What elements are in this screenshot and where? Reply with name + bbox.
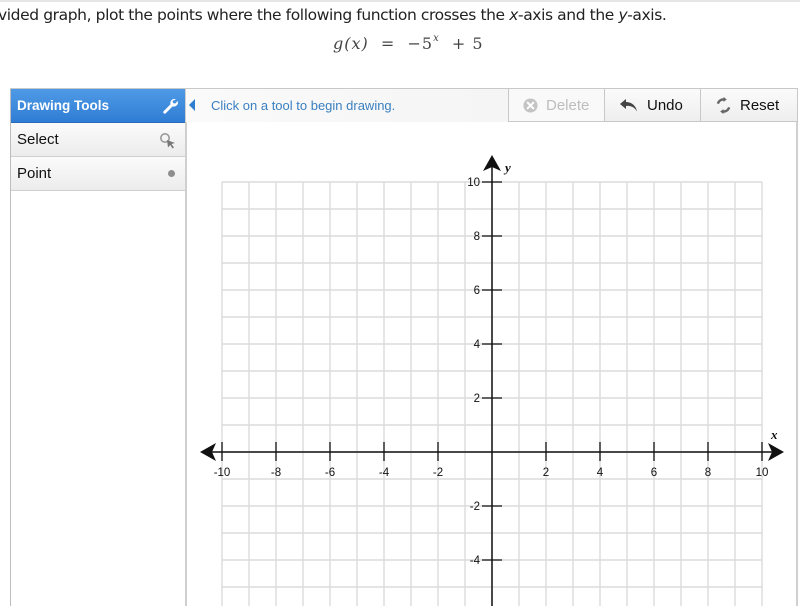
x-tick-label: 8 [705,467,711,479]
x-tick-label: 2 [543,467,549,479]
x-axis-label: x [770,427,778,442]
x-tick-label: -10 [214,467,231,479]
x-tick-label: -2 [433,467,443,479]
y-tick-label: 6 [474,285,480,297]
y-tick-label: 8 [474,231,480,243]
graph-area: xy -10 -8 -6 -4 -2 2 4 6 8 10 10 8 6 4 2 -2 -4 [0,0,800,606]
x-tick-label: 4 [597,467,604,479]
y-tick-label: 4 [474,339,481,351]
y-tick-label: 10 [467,177,480,189]
y-tick-label: -4 [470,555,481,567]
y-tick-label: -2 [470,501,480,513]
y-axis-label: y [503,160,511,175]
x-tick-label: 10 [756,467,769,479]
axes: xy [200,155,784,606]
x-tick-label: -4 [379,467,390,479]
y-tick-label: 2 [474,393,480,405]
coordinate-plane[interactable]: xy -10 -8 -6 -4 -2 2 4 6 8 10108642-2-4 [0,0,800,606]
x-tick-label: 6 [651,467,657,479]
x-tick-label: -8 [271,467,281,479]
x-tick-label: -6 [325,467,335,479]
